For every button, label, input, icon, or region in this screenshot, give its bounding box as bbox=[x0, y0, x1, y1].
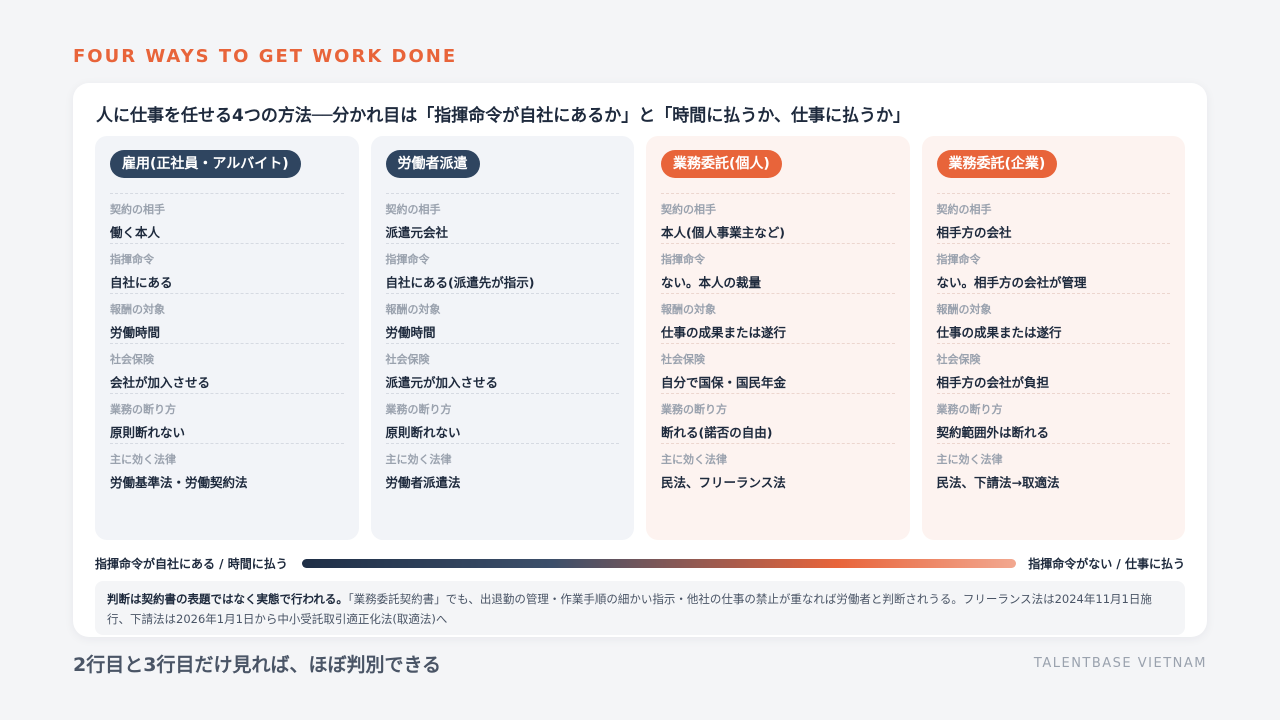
row-label: 指揮命令 bbox=[936, 253, 981, 266]
column-title-pill: 業務委託(個人) bbox=[661, 150, 782, 178]
row-law: 主に効く法律民法、フリーランス法 bbox=[661, 443, 895, 493]
note-emphasis: 判断は契約書の表題ではなく実態で行われる。 bbox=[107, 592, 348, 606]
row-law: 主に効く法律労働基準法・労働契約法 bbox=[110, 443, 344, 493]
row-refusal: 業務の断り方断れる(諾否の自由) bbox=[661, 393, 895, 443]
comparison-columns: 雇用(正社員・アルバイト) 契約の相手 働く本人 指揮命令 自社にある 報酬の対象労… bbox=[95, 136, 1185, 540]
headline: 人に仕事を任せる4つの方法──分かれ目は「指揮命令が自社にあるか」と「時間に払う… bbox=[96, 106, 910, 126]
row-command: 指揮命令ない。相手方の会社が管理 bbox=[936, 243, 1170, 293]
note-box: 判断は契約書の表題ではなく実態で行われる。「業務委託契約書」でも、出退勤の管理・… bbox=[95, 581, 1185, 635]
row-label: 主に効く法律 bbox=[110, 453, 176, 466]
column-title-pill: 業務委託(企業) bbox=[936, 150, 1058, 178]
row-insurance: 社会保険派遣元が加入させる bbox=[385, 343, 619, 393]
row-value: 派遣元会社 bbox=[385, 225, 449, 240]
row-label: 社会保険 bbox=[110, 353, 154, 366]
row-value: 民法、フリーランス法 bbox=[661, 475, 786, 490]
row-value: 派遣元が加入させる bbox=[385, 375, 499, 390]
spectrum-scale: 指揮命令が自社にある / 時間に払う 指揮命令がない / 仕事に払う bbox=[95, 553, 1185, 573]
row-value: 自社にある(派遣先が指示) bbox=[385, 275, 535, 290]
row-label: 指揮命令 bbox=[110, 253, 154, 266]
row-contract-party: 契約の相手本人(個人事業主など) bbox=[661, 193, 895, 243]
row-value: 契約範囲外は断れる bbox=[936, 425, 1050, 440]
row-label: 業務の断り方 bbox=[110, 403, 176, 416]
row-label: 社会保険 bbox=[936, 353, 981, 366]
row-value: 民法、下請法→取適法 bbox=[936, 475, 1060, 490]
row-label: 報酬の対象 bbox=[385, 303, 441, 316]
row-contract-party: 契約の相手 働く本人 bbox=[110, 193, 344, 243]
row-value: 自分で国保・国民年金 bbox=[661, 375, 787, 390]
row-value: 会社が加入させる bbox=[110, 375, 211, 390]
row-insurance: 社会保険自分で国保・国民年金 bbox=[661, 343, 895, 393]
row-insurance: 社会保険会社が加入させる bbox=[110, 343, 344, 393]
row-label: 報酬の対象 bbox=[110, 303, 165, 316]
row-law: 主に効く法律民法、下請法→取適法 bbox=[936, 443, 1170, 493]
row-value: 仕事の成果または遂行 bbox=[661, 325, 787, 340]
column-employment: 雇用(正社員・アルバイト) 契約の相手働く本人 指揮命令自社にある 報酬の対象労… bbox=[95, 136, 359, 540]
row-refusal: 業務の断り方契約範囲外は断れる bbox=[936, 393, 1170, 443]
row-refusal: 業務の断り方 原則断れない bbox=[110, 393, 344, 443]
takeaway-text: 2行目と3行目だけ見れば、ほぼ判別できる bbox=[73, 654, 442, 676]
row-value: 労働者派遣法 bbox=[385, 475, 461, 490]
column-dispatch: 労働者派遣 契約の相手派遣元会社 指揮命令自社にある(派遣先が指示) 報酬の対象… bbox=[370, 136, 634, 540]
comparison-card: 人に仕事を任せる4つの方法──分かれ目は「指揮命令が自社にあるか」と「時間に払う… bbox=[73, 83, 1207, 637]
row-label: 主に効く法律 bbox=[661, 453, 727, 466]
row-value: 働く本人 bbox=[110, 225, 161, 240]
row-value: 労働時間 bbox=[385, 325, 436, 340]
row-label: 契約の相手 bbox=[936, 203, 992, 216]
gradient-bar bbox=[301, 558, 1017, 568]
row-value: ない。相手方の会社が管理 bbox=[936, 275, 1087, 290]
row-value: 仕事の成果または遂行 bbox=[936, 325, 1062, 340]
row-insurance: 社会保険相手方の会社が負担 bbox=[936, 343, 1170, 393]
row-label: 社会保険 bbox=[661, 353, 705, 366]
scale-left-label: 指揮命令が自社にある / 時間に払う bbox=[95, 556, 288, 571]
row-refusal: 業務の断り方 原則断れない bbox=[385, 393, 619, 443]
row-command: 指揮命令 自社にある bbox=[110, 243, 344, 293]
column-title-pill: 雇用(正社員・アルバイト) bbox=[110, 150, 301, 178]
row-label: 契約の相手 bbox=[661, 203, 716, 216]
row-label: 業務の断り方 bbox=[661, 403, 727, 416]
row-value: 原則断れない bbox=[110, 425, 186, 440]
row-label: 社会保険 bbox=[385, 353, 430, 366]
row-compensation: 報酬の対象仕事の成果または遂行 bbox=[936, 293, 1170, 343]
row-label: 契約の相手 bbox=[385, 203, 441, 216]
row-label: 指揮命令 bbox=[385, 253, 430, 266]
row-law: 主に効く法律 労働者派遣法 bbox=[385, 443, 619, 493]
column-title-pill: 労働者派遣 bbox=[385, 150, 480, 178]
row-command: 指揮命令ない。本人の裁量 bbox=[661, 243, 895, 293]
row-label: 主に効く法律 bbox=[385, 453, 452, 466]
row-compensation: 報酬の対象仕事の成果または遂行 bbox=[661, 293, 895, 343]
column-outsourcing-company: 業務委託(企業) 契約の相手相手方の会社 指揮命令ない。相手方の会社が管理 報酬… bbox=[921, 136, 1185, 540]
brand-name: TALENTBASE VIETNAM bbox=[1033, 656, 1207, 671]
row-label: 報酬の対象 bbox=[661, 303, 716, 316]
scale-right-label: 指揮命令がない / 仕事に払う bbox=[1028, 556, 1185, 571]
row-compensation: 報酬の対象 労働時間 bbox=[110, 293, 344, 343]
row-value: 原則断れない bbox=[385, 425, 461, 440]
row-contract-party: 契約の相手相手方の会社 bbox=[936, 193, 1170, 243]
row-command: 指揮命令自社にある(派遣先が指示) bbox=[385, 243, 619, 293]
column-outsourcing-individual: 業務委託(個人) 契約の相手本人(個人事業主など) 指揮命令ない。本人の裁量 報… bbox=[646, 136, 910, 540]
row-value: 労働基準法・労働契約法 bbox=[110, 475, 248, 490]
row-label: 報酬の対象 bbox=[936, 303, 992, 316]
row-label: 業務の断り方 bbox=[936, 403, 1003, 416]
eyebrow-title: FOUR WAYS TO GET WORK DONE bbox=[73, 46, 458, 67]
row-label: 業務の断り方 bbox=[385, 403, 452, 416]
row-contract-party: 契約の相手派遣元会社 bbox=[385, 193, 619, 243]
row-label: 指揮命令 bbox=[661, 253, 705, 266]
row-label: 契約の相手 bbox=[110, 203, 165, 216]
row-value: 自社にある bbox=[110, 275, 173, 290]
row-compensation: 報酬の対象 労働時間 bbox=[385, 293, 619, 343]
row-value: 相手方の会社が負担 bbox=[936, 375, 1050, 390]
row-value: 労働時間 bbox=[110, 325, 161, 340]
row-value: ない。本人の裁量 bbox=[661, 275, 762, 290]
row-value: 相手方の会社 bbox=[936, 225, 1012, 240]
row-value: 本人(個人事業主など) bbox=[661, 225, 785, 240]
row-value: 断れる(諾否の自由) bbox=[661, 425, 773, 440]
row-label: 主に効く法律 bbox=[936, 453, 1003, 466]
